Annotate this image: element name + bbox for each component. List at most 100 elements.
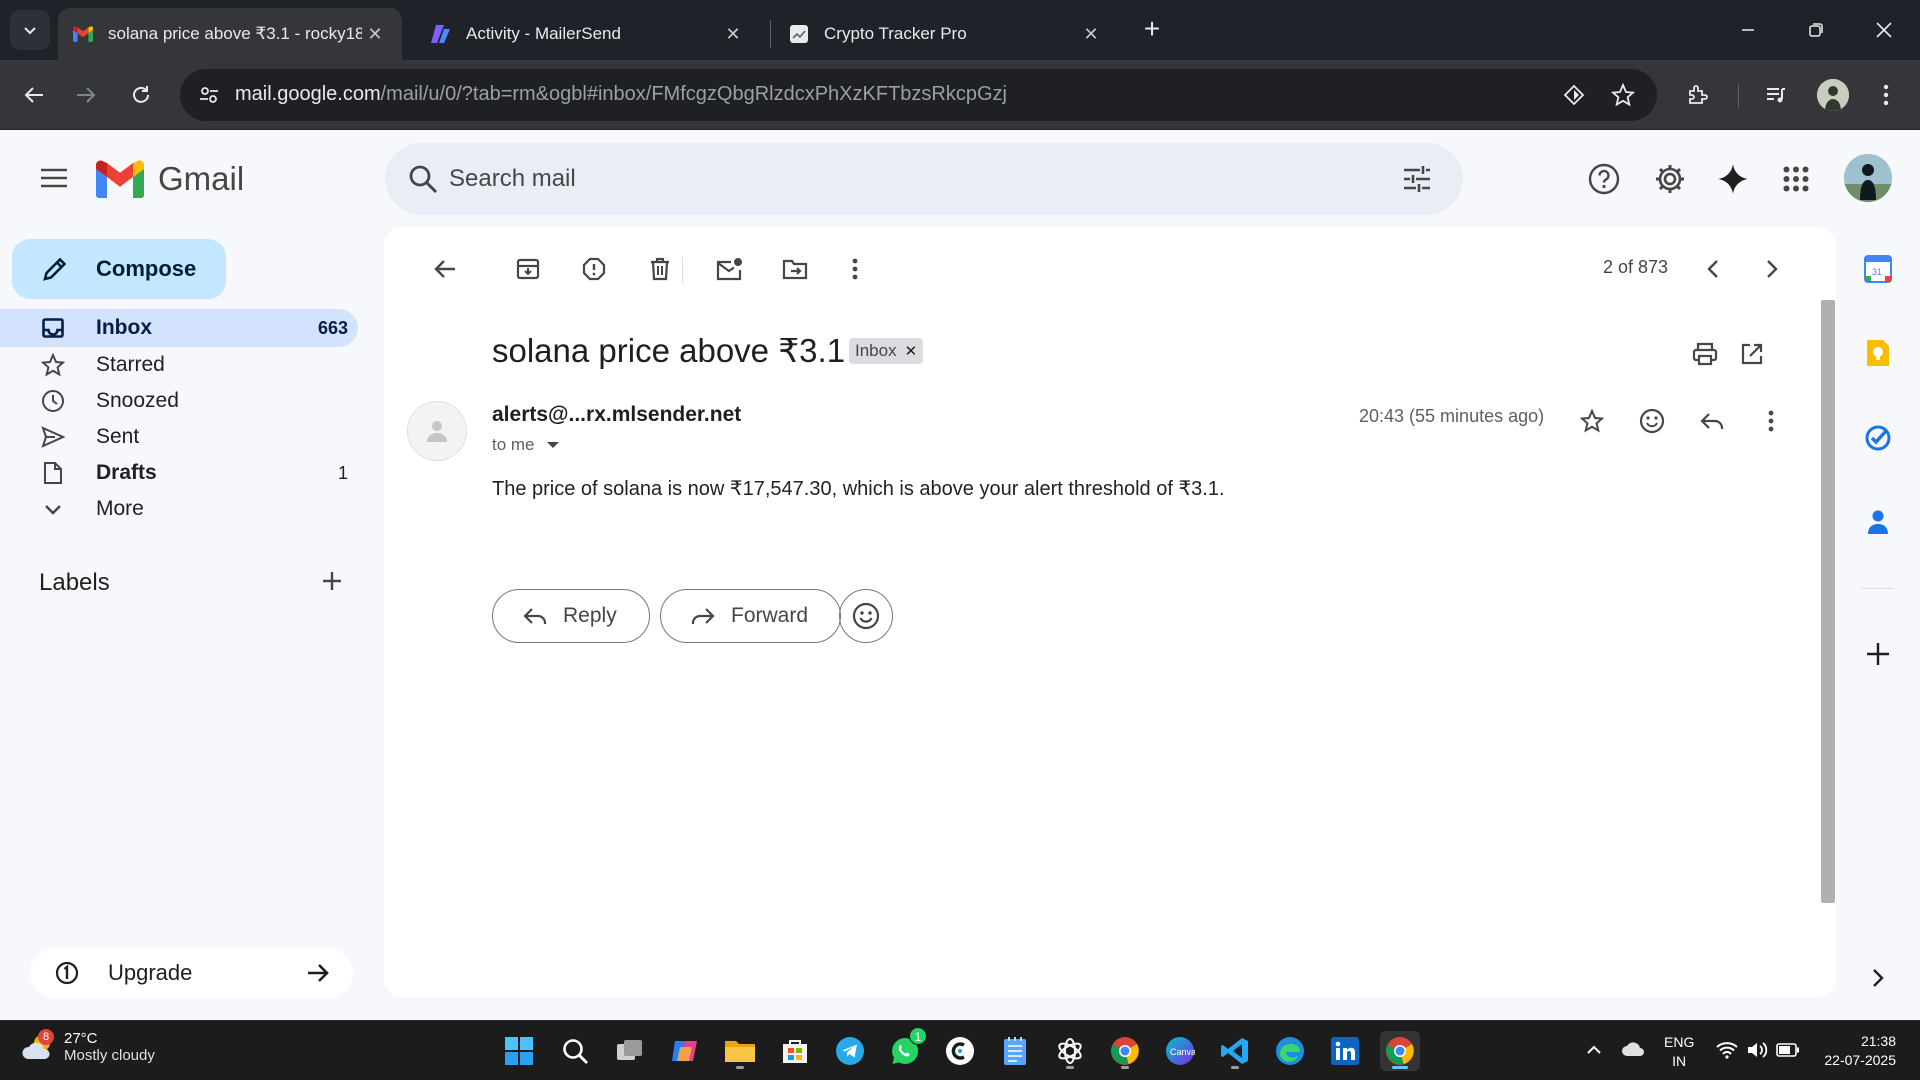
- older-email-button[interactable]: [1750, 247, 1794, 291]
- whatsapp-button[interactable]: 1: [885, 1027, 927, 1071]
- wifi-button[interactable]: [1716, 1039, 1738, 1061]
- settings-button[interactable]: [1647, 156, 1693, 202]
- new-tab-button[interactable]: +: [1135, 12, 1169, 46]
- volume-button[interactable]: [1746, 1039, 1770, 1061]
- notepad-button[interactable]: [995, 1031, 1035, 1071]
- tab-search-button[interactable]: [10, 10, 50, 50]
- sidebar-item-inbox[interactable]: Inbox 663: [0, 309, 358, 347]
- input-language-indicator[interactable]: ENG IN: [1664, 1033, 1694, 1071]
- tab-crypto-tracker[interactable]: Crypto Tracker Pro ✕: [774, 8, 1118, 60]
- show-hidden-icons-button[interactable]: [1584, 1039, 1604, 1059]
- site-settings-icon[interactable]: [192, 78, 226, 112]
- file-explorer-button[interactable]: [720, 1031, 760, 1071]
- tasks-app-button[interactable]: [1858, 418, 1898, 458]
- newer-email-button[interactable]: [1691, 247, 1735, 291]
- recipient-details-toggle[interactable]: to me: [492, 435, 559, 455]
- sender-name[interactable]: alerts@...rx.mlsender.net: [492, 403, 741, 427]
- archive-button[interactable]: [506, 247, 550, 291]
- chrome-active-button[interactable]: [1380, 1031, 1420, 1071]
- print-all-button[interactable]: [1684, 333, 1726, 375]
- mark-unread-button[interactable]: [707, 247, 751, 291]
- calendar-app-button[interactable]: 31: [1858, 249, 1898, 289]
- search-options-icon[interactable]: [1395, 157, 1439, 201]
- upgrade-button[interactable]: Upgrade: [30, 948, 353, 998]
- microsoft-store-button[interactable]: [775, 1031, 815, 1071]
- sidebar-item-starred[interactable]: Starred: [0, 346, 358, 384]
- close-tab-icon[interactable]: ✕: [1078, 21, 1104, 47]
- reply-button[interactable]: Reply: [492, 589, 650, 643]
- copilot-button[interactable]: [665, 1031, 705, 1071]
- chatgpt-button[interactable]: [1050, 1031, 1090, 1071]
- create-label-button[interactable]: [314, 563, 350, 599]
- gmail-wordmark[interactable]: Gmail: [158, 160, 244, 198]
- get-addons-button[interactable]: [1858, 634, 1898, 674]
- forward-button[interactable]: [64, 73, 108, 117]
- delete-button[interactable]: [638, 247, 682, 291]
- onedrive-button[interactable]: [1620, 1039, 1646, 1059]
- remove-label-icon[interactable]: ✕: [905, 342, 918, 360]
- back-to-inbox-button[interactable]: [423, 247, 467, 291]
- sidebar-item-sent[interactable]: Sent: [0, 418, 358, 456]
- browser-profile-avatar[interactable]: [1817, 79, 1849, 111]
- start-button[interactable]: [499, 1031, 539, 1071]
- edge-button[interactable]: [1270, 1031, 1310, 1071]
- battery-button[interactable]: [1776, 1039, 1800, 1061]
- contacts-app-button[interactable]: [1858, 502, 1898, 542]
- show-side-panel-button[interactable]: [1858, 958, 1898, 998]
- reload-button[interactable]: [119, 73, 163, 117]
- inbox-label-chip[interactable]: Inbox ✕: [849, 338, 924, 364]
- search-input[interactable]: [449, 161, 1349, 197]
- move-to-button[interactable]: [773, 247, 817, 291]
- media-control-button[interactable]: [1754, 73, 1798, 117]
- task-view-button[interactable]: [610, 1031, 650, 1071]
- message-more-button[interactable]: [1749, 399, 1793, 443]
- search-bar[interactable]: [385, 143, 1463, 215]
- telegram-button[interactable]: [830, 1031, 870, 1071]
- open-new-window-button[interactable]: [1731, 333, 1773, 375]
- linkedin-button[interactable]: [1325, 1031, 1365, 1071]
- add-reaction-button[interactable]: [1630, 399, 1674, 443]
- close-tab-icon[interactable]: ✕: [362, 21, 388, 47]
- compose-button[interactable]: Compose: [12, 239, 226, 299]
- taskbar-search-button[interactable]: [555, 1031, 595, 1071]
- gmail-logo[interactable]: [96, 160, 144, 198]
- keep-app-button[interactable]: [1858, 333, 1898, 373]
- minimize-button[interactable]: [1714, 0, 1782, 60]
- bookmark-star-icon[interactable]: [1607, 79, 1639, 111]
- chrome-profile-button[interactable]: [1105, 1031, 1145, 1071]
- weather-widget[interactable]: 8 27°C Mostly cloudy: [20, 1029, 155, 1065]
- help-button[interactable]: [1581, 156, 1627, 202]
- system-clock[interactable]: 21:38 22-07-2025: [1816, 1032, 1896, 1070]
- sidebar-item-label: Drafts: [96, 461, 157, 484]
- browser-menu-button[interactable]: [1864, 73, 1908, 117]
- address-bar[interactable]: mail.google.com/mail/u/0/?tab=rm&ogbl#in…: [180, 69, 1657, 121]
- google-account-avatar[interactable]: [1844, 154, 1892, 202]
- sidebar-item-snoozed[interactable]: Snoozed: [0, 382, 358, 420]
- extensions-button[interactable]: [1676, 73, 1720, 117]
- react-emoji-button[interactable]: [839, 589, 893, 643]
- clockify-button[interactable]: [940, 1031, 980, 1071]
- close-window-button[interactable]: [1850, 0, 1918, 60]
- tab-gmail[interactable]: solana price above ₹3.1 - rocky18 ✕: [58, 8, 402, 60]
- url-text[interactable]: mail.google.com/mail/u/0/?tab=rm&ogbl#in…: [235, 83, 1007, 106]
- close-tab-icon[interactable]: ✕: [720, 21, 746, 47]
- scrollbar-thumb[interactable]: [1821, 300, 1835, 903]
- google-apps-button[interactable]: [1773, 156, 1819, 202]
- lens-icon[interactable]: [1558, 79, 1590, 111]
- reply-button-header[interactable]: [1690, 399, 1734, 443]
- sidebar-item-drafts[interactable]: Drafts 1: [0, 454, 358, 492]
- restore-button[interactable]: [1782, 0, 1850, 60]
- search-icon[interactable]: [401, 157, 445, 201]
- main-menu-button[interactable]: [32, 156, 76, 200]
- tab-mailersend[interactable]: Activity - MailerSend ✕: [416, 8, 760, 60]
- sender-avatar[interactable]: [407, 401, 467, 461]
- forward-button[interactable]: Forward: [660, 589, 842, 643]
- vscode-button[interactable]: [1215, 1031, 1255, 1071]
- back-button[interactable]: [12, 73, 56, 117]
- canva-button[interactable]: Canva: [1160, 1031, 1200, 1071]
- sidebar-item-more[interactable]: More: [0, 490, 358, 528]
- star-email-button[interactable]: [1570, 399, 1614, 443]
- gemini-button[interactable]: [1710, 156, 1756, 202]
- report-spam-button[interactable]: [572, 247, 616, 291]
- more-actions-button[interactable]: [833, 247, 877, 291]
